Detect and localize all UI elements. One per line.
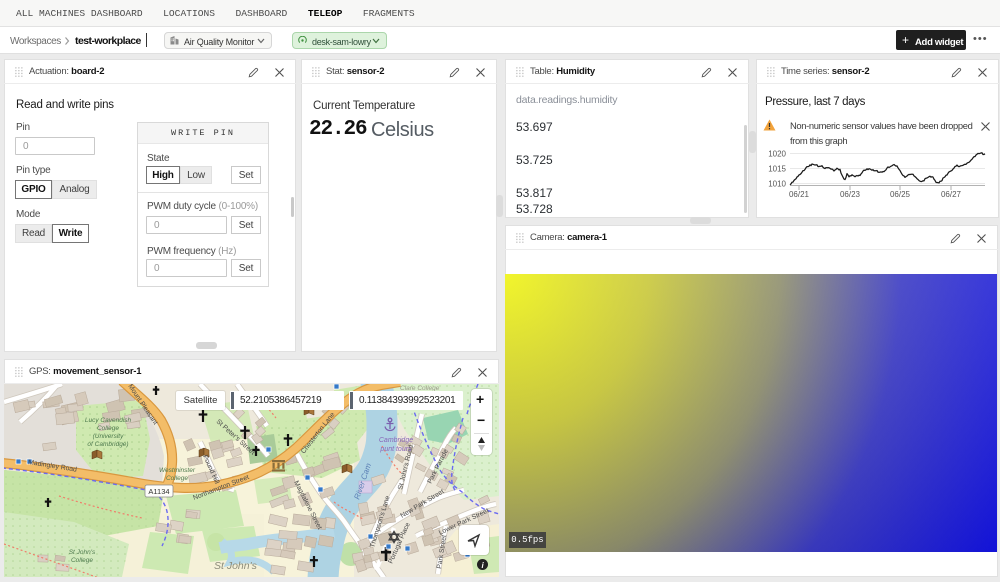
svg-text:College: College <box>166 475 188 482</box>
svg-text:A1134: A1134 <box>148 487 169 496</box>
svg-text:Cambridge: Cambridge <box>379 437 413 444</box>
svg-text:1010: 1010 <box>768 180 786 189</box>
svg-text:06/21: 06/21 <box>789 190 810 199</box>
svg-text:Lucy Cavendish: Lucy Cavendish <box>85 417 132 424</box>
svg-text:punt tours: punt tours <box>379 446 412 453</box>
svg-text:St John's: St John's <box>69 549 96 556</box>
svg-text:06/23: 06/23 <box>840 190 861 199</box>
svg-text:Westminster: Westminster <box>159 467 196 474</box>
svg-text:(University: (University <box>93 433 124 440</box>
svg-text:06/27: 06/27 <box>941 190 962 199</box>
svg-text:College: College <box>71 557 93 564</box>
svg-text:of Cambridge): of Cambridge) <box>87 441 128 448</box>
svg-text:06/25: 06/25 <box>890 190 911 199</box>
svg-text:College: College <box>97 425 119 432</box>
svg-text:St John's: St John's <box>214 560 258 572</box>
svg-text:1020: 1020 <box>768 150 786 159</box>
svg-text:1015: 1015 <box>768 165 786 174</box>
